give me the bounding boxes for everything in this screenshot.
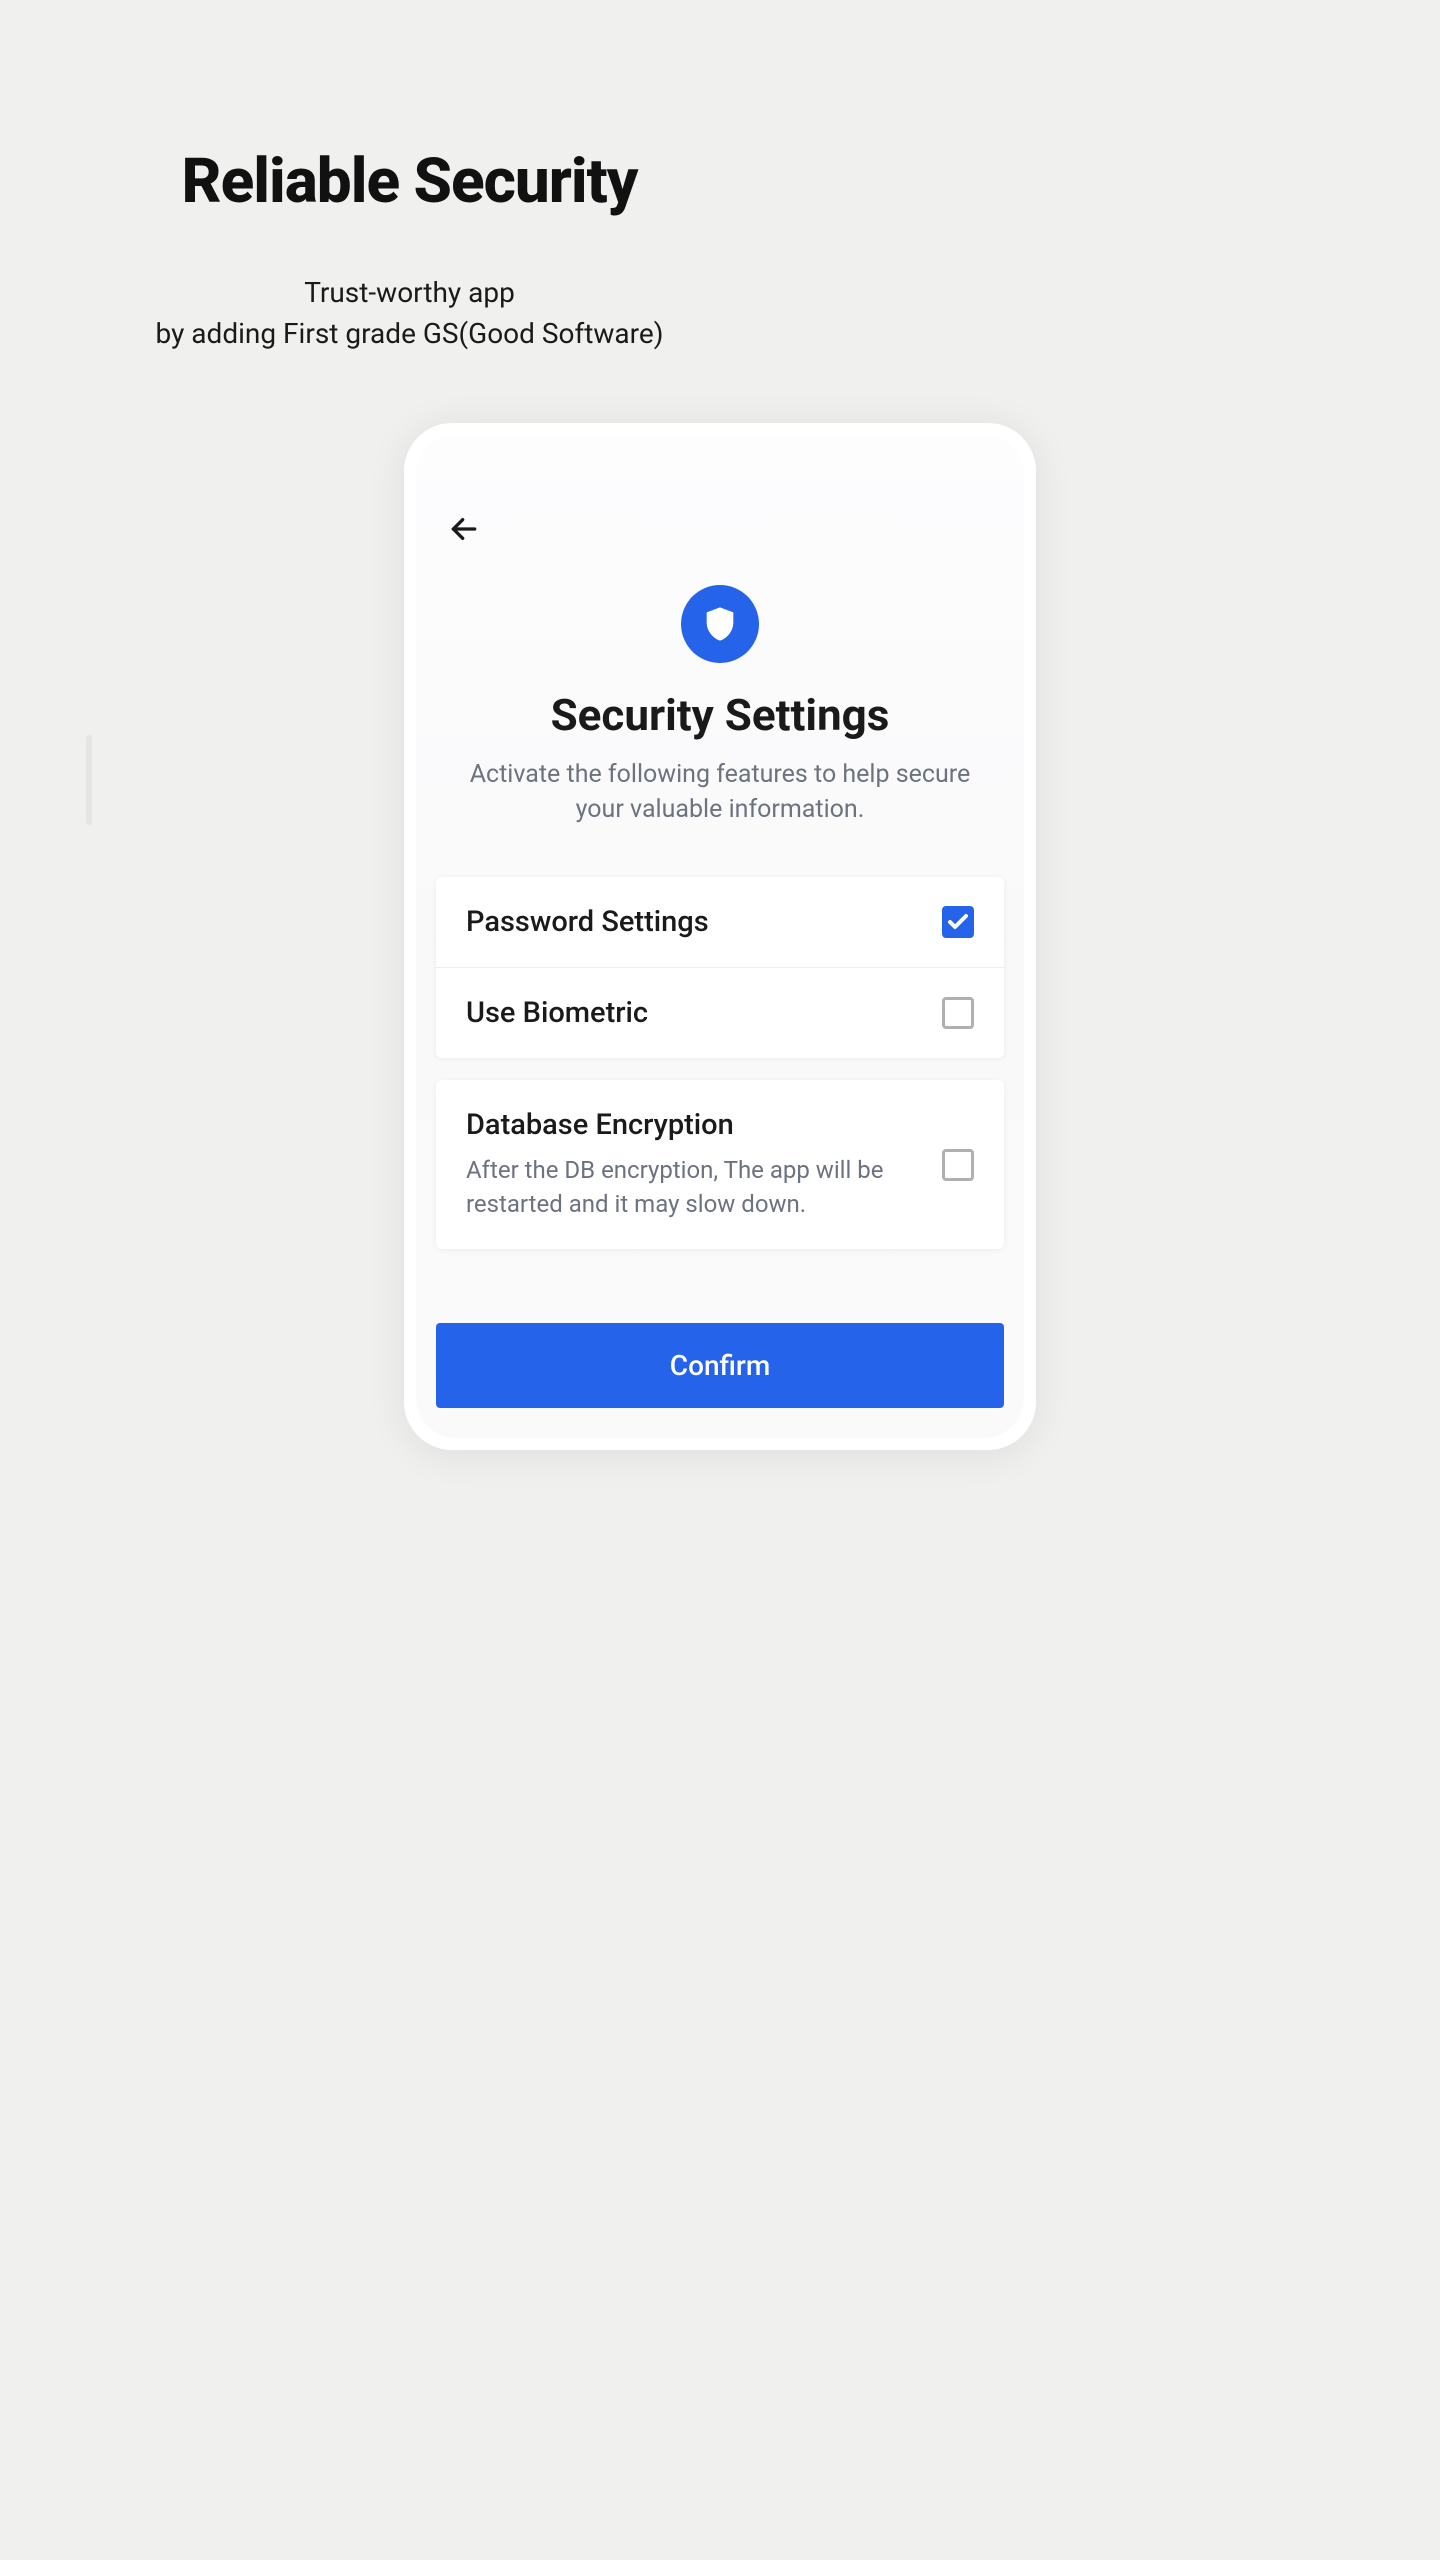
phone-frame: Security Settings Activate the following… [404, 423, 1036, 1450]
checkbox-encryption[interactable] [942, 1149, 974, 1181]
check-icon [946, 910, 970, 934]
back-button[interactable] [440, 505, 488, 553]
arrow-left-icon [448, 513, 480, 545]
shield-icon [700, 604, 740, 644]
setting-description: After the DB encryption, The app will be… [466, 1154, 922, 1221]
shield-icon-badge [681, 585, 759, 663]
confirm-button[interactable]: Confirm [436, 1323, 1004, 1408]
checkbox-biometric[interactable] [942, 997, 974, 1029]
setting-label: Password Settings [466, 905, 922, 939]
setting-row-password[interactable]: Password Settings [436, 877, 1004, 968]
screen-title: Security Settings [436, 689, 1004, 741]
page-title: Reliable Security [0, 145, 819, 218]
phone-screen: Security Settings Activate the following… [416, 435, 1024, 1438]
setting-row-biometric[interactable]: Use Biometric [436, 968, 1004, 1058]
setting-row-encryption[interactable]: Database Encryption After the DB encrypt… [436, 1080, 1004, 1249]
checkbox-password[interactable] [942, 906, 974, 938]
setting-label: Database Encryption [466, 1108, 922, 1142]
phone-side-button-left [86, 735, 92, 825]
screen-subtitle: Activate the following features to help … [436, 757, 1004, 827]
setting-label: Use Biometric [466, 996, 922, 1030]
page-subtitle: Trust-worthy app by adding First grade G… [0, 273, 819, 354]
